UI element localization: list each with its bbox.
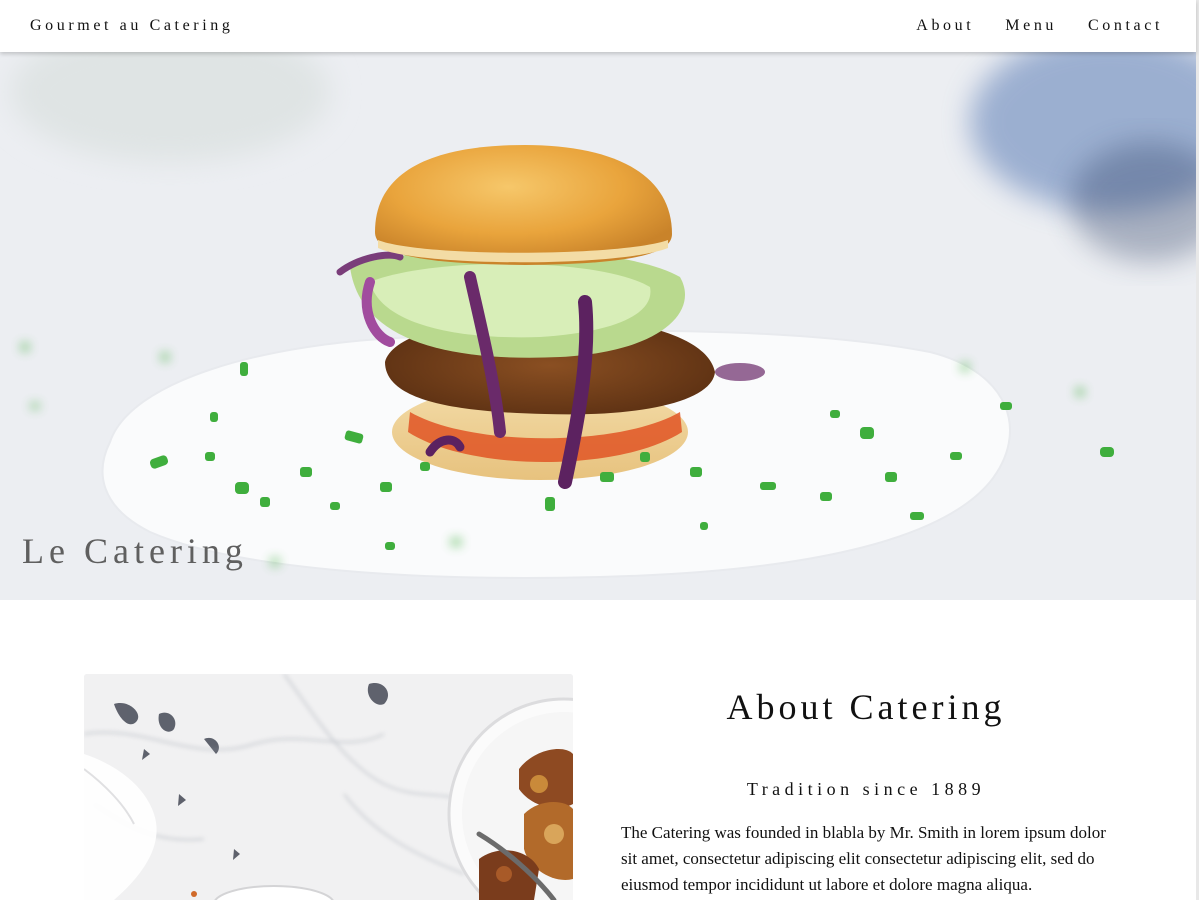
about-description: The Catering was founded in blabla by Mr… (621, 823, 1106, 894)
top-navbar: Gourmet au Catering About Menu Contact (0, 0, 1196, 52)
hero-banner: Le Catering (0, 52, 1196, 600)
nav-links: About Menu Contact (885, 17, 1163, 35)
hero-image (0, 52, 1196, 600)
hero-title: Le Catering (22, 531, 248, 571)
nav-link-contact[interactable]: Contact (1088, 17, 1163, 35)
brand-link[interactable]: Gourmet au Catering (30, 17, 233, 35)
about-title: About Catering (726, 687, 1006, 727)
about-subtitle: Tradition since 1889 (746, 779, 986, 799)
nav-link-about[interactable]: About (916, 17, 974, 35)
about-image (84, 674, 573, 900)
nav-link-menu[interactable]: Menu (1005, 17, 1057, 35)
